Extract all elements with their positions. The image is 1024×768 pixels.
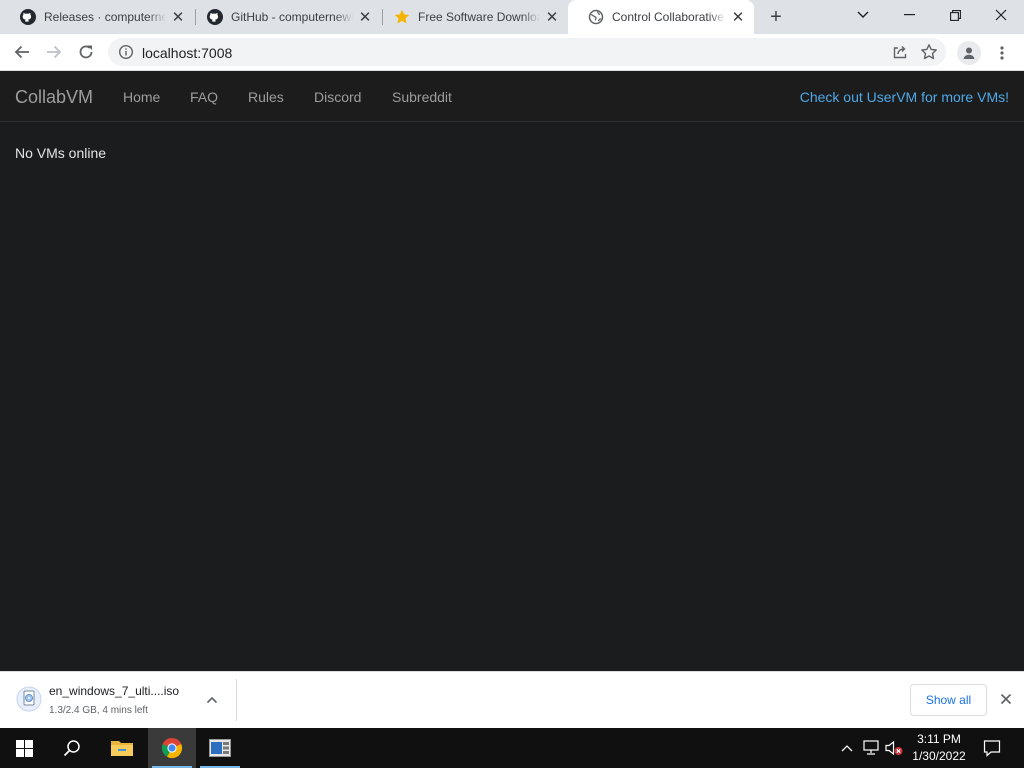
- close-tab-icon[interactable]: ✕: [170, 9, 186, 26]
- chevron-up-icon[interactable]: [204, 692, 220, 708]
- minimize-icon[interactable]: [886, 0, 932, 30]
- bookmark-star-icon[interactable]: [920, 43, 938, 61]
- search-icon[interactable]: [48, 728, 96, 768]
- close-window-icon[interactable]: [978, 0, 1024, 30]
- nav-subreddit[interactable]: Subreddit: [392, 89, 452, 105]
- star-icon: [394, 9, 410, 25]
- tab-collabvm[interactable]: Control Collaborative Virtual Machines! …: [568, 0, 754, 34]
- disc-image-file-icon[interactable]: [16, 686, 42, 712]
- nav-home[interactable]: Home: [123, 89, 160, 105]
- github-icon: [20, 9, 36, 25]
- show-all-button[interactable]: Show all: [910, 684, 987, 716]
- action-center-icon[interactable]: [982, 738, 1002, 758]
- address-bar[interactable]: localhost:7008: [108, 38, 946, 66]
- volume-muted-icon[interactable]: [884, 738, 904, 758]
- forward-icon[interactable]: [41, 39, 67, 65]
- site-navbar: CollabVM Home FAQ Rules Discord Subreddi…: [0, 71, 1024, 122]
- back-icon[interactable]: [9, 39, 35, 65]
- clock-date: 1/30/2022: [912, 749, 966, 763]
- share-icon[interactable]: [892, 44, 908, 60]
- tab-title: Releases · computernewb/collab-vm-server: [44, 10, 166, 24]
- system-clock[interactable]: 3:11 PM 1/30/2022: [905, 731, 973, 765]
- tab-title: Control Collaborative Virtual Machines!: [612, 10, 726, 24]
- download-status: 1.3/2.4 GB, 4 mins left: [49, 705, 148, 716]
- profile-avatar-icon[interactable]: [957, 41, 981, 65]
- clock-time: 3:11 PM: [917, 732, 961, 746]
- nav-rules[interactable]: Rules: [248, 89, 284, 105]
- restore-icon[interactable]: [932, 0, 978, 30]
- close-icon[interactable]: [998, 691, 1014, 707]
- github-icon: [207, 9, 223, 25]
- address-text[interactable]: localhost:7008: [142, 45, 232, 61]
- file-explorer-icon[interactable]: [98, 728, 146, 768]
- empty-vm-message: No VMs online: [15, 145, 107, 161]
- new-tab-button[interactable]: +: [764, 5, 788, 29]
- uservm-link[interactable]: Check out UserVM for more VMs!: [800, 89, 1009, 105]
- tab-title: GitHub - computernewb/collab-vm-web-app: [231, 10, 353, 24]
- web-page: CollabVM Home FAQ Rules Discord Subreddi…: [0, 71, 1024, 671]
- server-manager-icon[interactable]: [196, 728, 244, 768]
- close-tab-icon[interactable]: ✕: [730, 9, 746, 26]
- reload-icon[interactable]: [73, 39, 99, 65]
- tab-search-icon[interactable]: [840, 0, 886, 30]
- windows-start-icon[interactable]: [0, 728, 48, 768]
- close-tab-icon[interactable]: ✕: [544, 9, 560, 26]
- info-icon[interactable]: [118, 44, 134, 60]
- tab-free-software[interactable]: Free Software Download ✕: [374, 0, 568, 34]
- site-brand[interactable]: CollabVM: [15, 87, 93, 108]
- tab-github[interactable]: GitHub - computernewb/collab-vm-web-app …: [187, 0, 381, 34]
- chrome-taskbar-icon[interactable]: [148, 728, 196, 768]
- tab-title: Free Software Download: [418, 10, 540, 24]
- globe-icon: [588, 9, 604, 25]
- tray-chevron-up-icon[interactable]: [837, 738, 857, 758]
- tab-strip: Releases · computernewb/collab-vm-server…: [0, 0, 1024, 34]
- menu-kebab-icon[interactable]: [994, 41, 1010, 65]
- download-filename[interactable]: en_windows_7_ulti....iso: [49, 684, 179, 698]
- network-icon[interactable]: [861, 738, 881, 758]
- close-tab-icon[interactable]: ✕: [357, 9, 373, 26]
- shelf-divider: [236, 679, 237, 721]
- nav-faq[interactable]: FAQ: [190, 89, 218, 105]
- download-shelf: en_windows_7_ulti....iso 1.3/2.4 GB, 4 m…: [0, 671, 1024, 728]
- nav-discord[interactable]: Discord: [314, 89, 361, 105]
- windows-taskbar: 3:11 PM 1/30/2022: [0, 728, 1024, 768]
- tab-releases[interactable]: Releases · computernewb/collab-vm-server…: [0, 0, 194, 34]
- browser-toolbar: localhost:7008: [0, 34, 1024, 71]
